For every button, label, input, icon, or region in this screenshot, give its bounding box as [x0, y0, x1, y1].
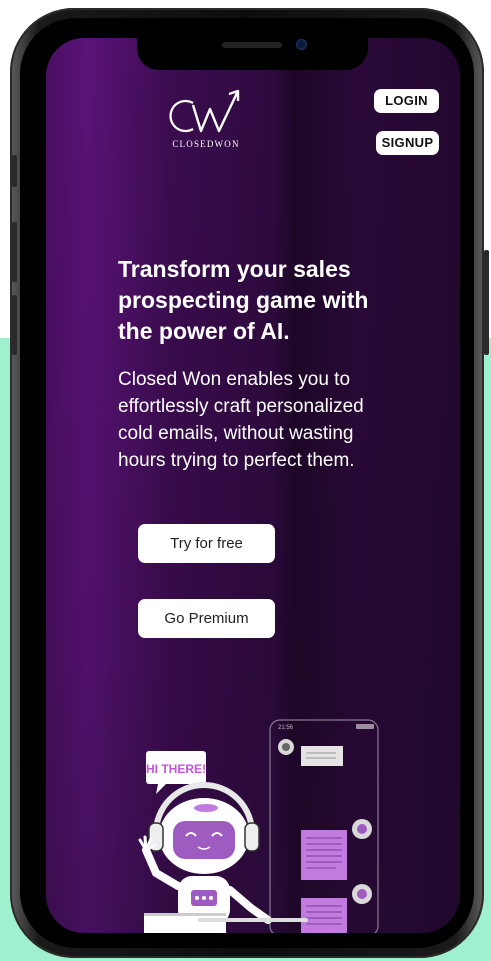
phone-screen: CLOSEDWON LOGIN SIGNUP Transform your sa… — [46, 38, 460, 933]
go-premium-button[interactable]: Go Premium — [138, 599, 275, 638]
logo-wordmark: CLOSEDWON — [172, 139, 240, 149]
mini-phone-time: 21:56 — [278, 725, 294, 731]
login-button[interactable]: LOGIN — [374, 89, 439, 113]
phone-side-button — [12, 155, 17, 187]
speaker-grille — [222, 42, 282, 48]
phone-volume-up — [12, 222, 17, 282]
robot-figure — [138, 782, 272, 933]
phone-volume-down — [12, 295, 17, 355]
robot-chat-illustration: 21:56 HI THERE! — [138, 719, 379, 933]
try-for-free-button[interactable]: Try for free — [138, 524, 275, 563]
hi-there-text: HI THERE! — [146, 762, 206, 776]
closedwon-logo-icon — [169, 89, 240, 133]
home-indicator — [198, 918, 308, 922]
hero-subtext: Closed Won enables you to effortlessly c… — [118, 369, 364, 471]
signup-button[interactable]: SIGNUP — [376, 131, 439, 155]
hero-headline: Transform your sales prospecting game wi… — [118, 256, 369, 344]
front-camera — [296, 39, 307, 50]
brand-logo[interactable]: CLOSEDWON — [167, 89, 247, 149]
phone-power-button — [484, 250, 489, 355]
phone-notch — [137, 36, 368, 70]
mini-phone-illustration: 21:56 — [269, 719, 379, 933]
